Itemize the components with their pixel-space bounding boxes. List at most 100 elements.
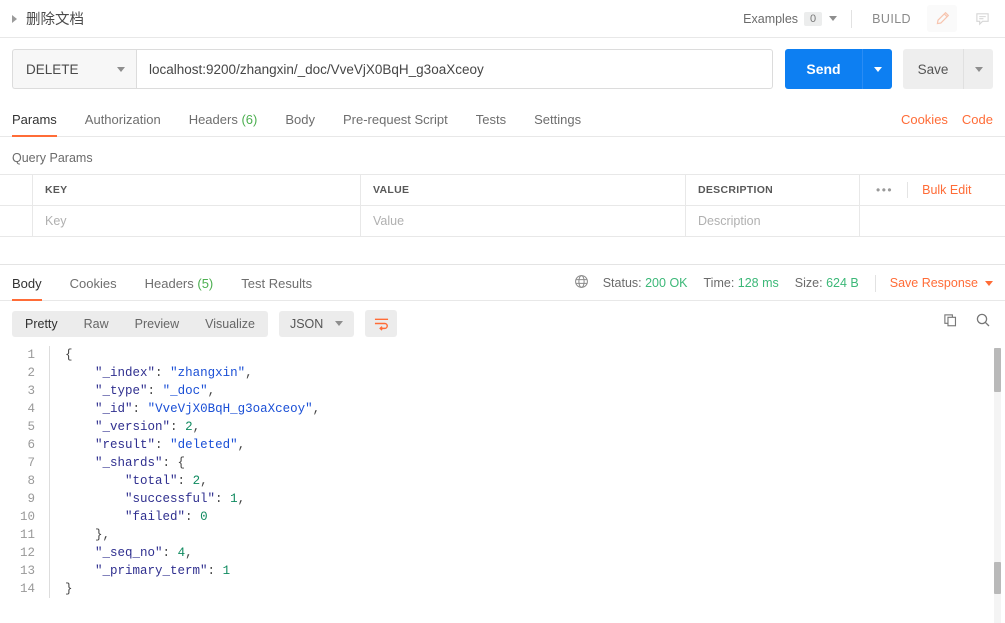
cookies-link[interactable]: Cookies	[901, 112, 948, 127]
chevron-down-icon[interactable]	[829, 16, 838, 21]
line-number: 11	[19, 528, 35, 542]
view-mode-pretty[interactable]: Pretty	[12, 311, 71, 337]
tab-body[interactable]: Body	[285, 112, 315, 136]
tab-label: Params	[12, 112, 57, 127]
status-meta: Status: 200 OK	[603, 276, 688, 290]
param-value-input[interactable]: Value	[361, 206, 686, 236]
top-bar: 删除文档 Examples 0 BUILD	[0, 0, 1005, 38]
param-description-input[interactable]: Description	[686, 206, 860, 236]
examples-count-badge: 0	[804, 11, 823, 26]
send-options-button[interactable]	[862, 49, 892, 89]
response-tab-body[interactable]: Body	[12, 276, 42, 301]
code-line: 14}	[0, 580, 1005, 598]
fold-guide	[49, 526, 59, 544]
response-tab-cookies[interactable]: Cookies	[70, 276, 117, 300]
send-button-group: Send	[785, 49, 892, 89]
word-wrap-button[interactable]	[365, 310, 398, 337]
fold-guide	[49, 580, 59, 598]
tab-label: Headers	[144, 276, 194, 291]
code-text: {	[65, 348, 73, 362]
code-line: 13 "_primary_term": 1	[0, 562, 1005, 580]
chevron-down-icon[interactable]	[117, 66, 125, 72]
view-mode-raw[interactable]: Raw	[71, 311, 122, 337]
word-wrap-icon	[374, 318, 388, 331]
search-button[interactable]	[975, 312, 991, 333]
send-button[interactable]: Send	[785, 49, 862, 89]
tab-headers[interactable]: Headers (6)	[189, 112, 258, 136]
response-tab-headers[interactable]: Headers (5)	[145, 276, 214, 300]
fold-guide	[49, 400, 59, 418]
line-number: 6	[27, 438, 35, 452]
code-text: "_type": "_doc",	[95, 384, 216, 398]
response-tabs: Body Cookies Headers (5) Test Results St…	[0, 265, 1005, 301]
line-number: 10	[19, 510, 35, 524]
tab-tests[interactable]: Tests	[476, 112, 506, 136]
bulk-edit-button[interactable]: Bulk Edit	[922, 183, 971, 197]
save-response-button[interactable]: Save Response	[890, 276, 993, 290]
format-select[interactable]: JSON	[278, 310, 355, 337]
code-text: "successful": 1,	[125, 492, 246, 506]
tab-authorization[interactable]: Authorization	[85, 112, 161, 136]
code-line: 6 "result": "deleted",	[0, 436, 1005, 454]
request-title: 删除文档	[26, 12, 84, 28]
tab-params[interactable]: Params	[12, 112, 57, 137]
fold-guide	[49, 490, 59, 508]
edit-pencil-button[interactable]	[927, 5, 957, 32]
response-tab-test-results[interactable]: Test Results	[241, 276, 312, 300]
comment-button[interactable]	[967, 5, 997, 32]
code-scrollbar-marker[interactable]	[994, 562, 1001, 594]
more-options-icon[interactable]: •••	[876, 183, 893, 197]
response-meta: Status: 200 OK Time: 128 ms Size: 624 B …	[574, 274, 993, 292]
tab-label: Settings	[534, 112, 582, 127]
view-mode-preview[interactable]: Preview	[122, 311, 192, 337]
code-text: "_index": "zhangxin",	[95, 366, 253, 380]
code-text: "_id": "VveVjX0BqH_g3oaXceoy",	[95, 402, 321, 416]
tab-settings[interactable]: Settings	[534, 112, 581, 136]
code-scrollbar-thumb[interactable]	[994, 348, 1001, 392]
top-bar-right: Examples 0 BUILD	[743, 5, 997, 32]
column-header-value: VALUE	[361, 175, 686, 205]
chevron-right-icon[interactable]	[12, 14, 17, 23]
build-button[interactable]: BUILD	[866, 8, 917, 30]
line-number: 5	[27, 420, 35, 434]
fold-guide	[49, 346, 59, 364]
row-actions	[860, 206, 1005, 236]
table-row[interactable]: Key Value Description	[0, 206, 1005, 237]
line-number: 9	[27, 492, 35, 506]
chevron-down-icon	[974, 66, 983, 72]
save-options-button[interactable]	[963, 49, 993, 89]
request-tabs-right: Cookies Code	[901, 112, 993, 127]
code-link[interactable]: Code	[962, 112, 993, 127]
tab-count: (5)	[197, 276, 214, 291]
divider	[851, 9, 853, 28]
tab-label: Authorization	[84, 112, 161, 127]
request-tabs: Params Authorization Headers (6) Body Pr…	[0, 101, 1005, 137]
fold-guide	[49, 544, 59, 562]
line-number: 1	[27, 348, 35, 362]
tab-pre-request-script[interactable]: Pre-request Script	[343, 112, 448, 136]
table-header-row: KEY VALUE DESCRIPTION ••• Bulk Edit	[0, 175, 1005, 206]
globe-icon[interactable]	[574, 274, 589, 292]
url-input[interactable]: localhost:9200/zhangxin/_doc/VveVjX0BqH_…	[136, 49, 773, 89]
http-method-value: DELETE	[26, 61, 79, 77]
comment-icon	[975, 13, 989, 26]
pencil-icon	[936, 11, 949, 25]
tab-label: Cookies	[69, 276, 117, 291]
request-title-area[interactable]: 删除文档	[0, 8, 743, 29]
tab-label: Body	[285, 112, 315, 127]
line-number: 14	[19, 582, 35, 596]
copy-button[interactable]	[943, 313, 958, 333]
param-key-input[interactable]: Key	[33, 206, 361, 236]
chevron-down-icon	[335, 321, 344, 326]
view-mode-visualize[interactable]: Visualize	[192, 311, 268, 337]
http-method-select[interactable]: DELETE	[12, 49, 136, 89]
code-line: 12 "_seq_no": 4,	[0, 544, 1005, 562]
chevron-down-icon	[985, 280, 993, 286]
examples-dropdown[interactable]: Examples 0	[743, 11, 838, 26]
response-body-viewer[interactable]: 1{2 "_index": "zhangxin", 3 "_type": "_do…	[0, 346, 1005, 623]
divider	[874, 274, 876, 292]
code-line: 4 "_id": "VveVjX0BqH_g3oaXceoy",	[0, 400, 1005, 418]
code-text: "_version": 2,	[95, 420, 201, 434]
line-number: 13	[19, 564, 35, 578]
save-button[interactable]: Save	[903, 49, 963, 89]
